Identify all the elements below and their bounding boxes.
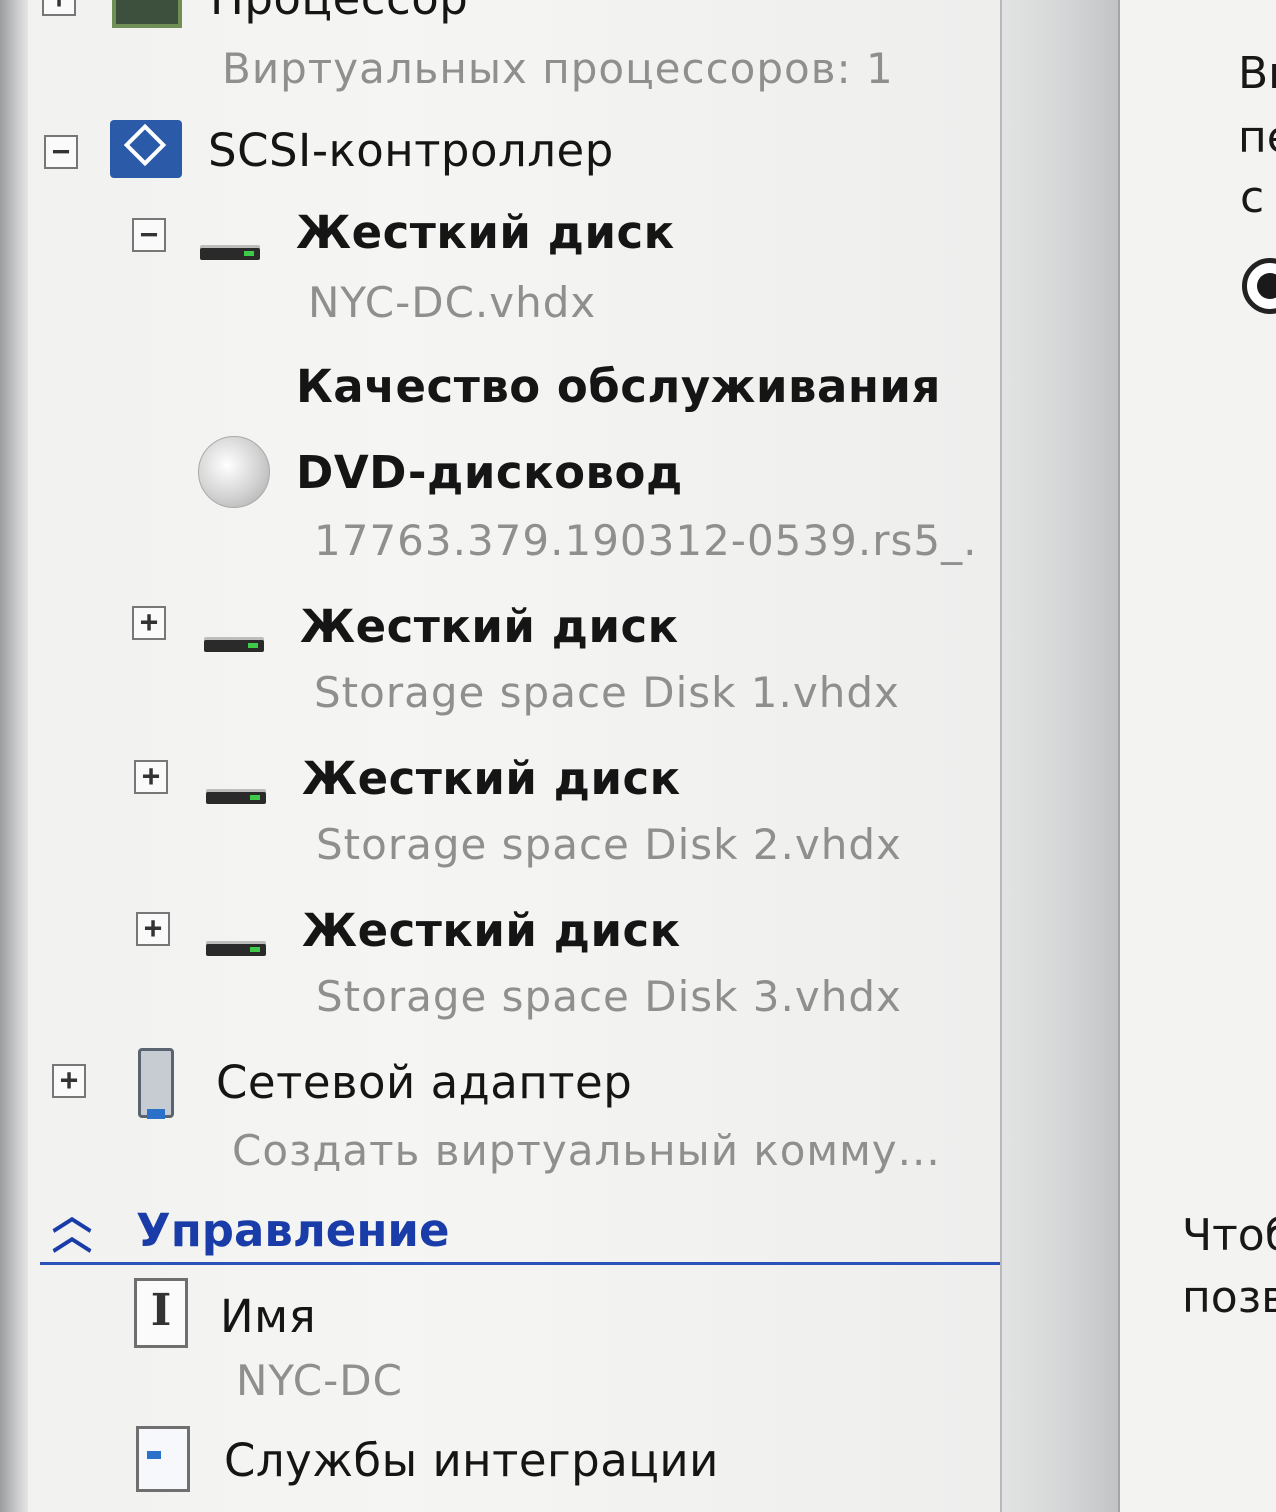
section-divider	[40, 1262, 1000, 1265]
pane-splitter[interactable]	[1000, 0, 1120, 1512]
disk1-expand-toggle[interactable]: +	[132, 606, 166, 640]
network-adapter-icon	[138, 1048, 174, 1119]
disk3-file: Storage space Disk 3.vhdx	[316, 972, 902, 1021]
processor-expander[interactable]: +	[42, 0, 76, 16]
disk3-expand-toggle[interactable]: +	[136, 912, 170, 946]
scsi-controller-icon	[110, 120, 182, 178]
double-chevron-up-icon[interactable]: ︿ ︿	[52, 1196, 92, 1256]
details-text-line: пе	[1238, 112, 1276, 163]
name-value: NYC-DC	[236, 1356, 403, 1405]
network-adapter-detail: Создать виртуальный комму...	[232, 1126, 941, 1175]
disk2-label[interactable]: Жесткий диск	[302, 752, 681, 805]
management-section-header[interactable]: Управление	[136, 1204, 449, 1257]
dvd-label[interactable]: DVD-дисковод	[296, 446, 683, 499]
dvd-disc-icon	[198, 436, 270, 508]
hard-disk-icon	[200, 248, 260, 260]
processor-icon	[112, 0, 182, 28]
disk1-file: Storage space Disk 1.vhdx	[314, 668, 900, 717]
processor-label[interactable]: Процессор	[210, 0, 468, 25]
scsi-collapse-toggle[interactable]: −	[44, 135, 78, 169]
disk2-expand-toggle[interactable]: +	[134, 760, 168, 794]
disk1-label[interactable]: Жесткий диск	[300, 600, 679, 653]
processor-detail: Виртуальных процессоров: 1	[222, 44, 894, 93]
disk2-file: Storage space Disk 2.vhdx	[316, 820, 902, 869]
details-text-line: Чтоб	[1182, 1210, 1276, 1261]
details-pane: Вь пе с Чтоб позв	[1118, 0, 1276, 1512]
disk0-qos-label[interactable]: Качество обслуживания	[296, 360, 941, 413]
disk0-file: NYC-DC.vhdx	[308, 278, 597, 327]
dvd-file: 17763.379.190312-0539.rs5_.	[314, 516, 978, 565]
details-text-line: позв	[1182, 1272, 1276, 1323]
disk0-label[interactable]: Жесткий диск	[296, 206, 675, 259]
name-field-icon: I	[134, 1278, 188, 1348]
disk3-label[interactable]: Жесткий диск	[302, 904, 681, 957]
network-adapter-label[interactable]: Сетевой адаптер	[216, 1056, 632, 1109]
hard-disk-icon	[206, 792, 266, 804]
integration-services-icon	[136, 1426, 190, 1492]
integration-services-label[interactable]: Службы интеграции	[224, 1434, 719, 1487]
hard-disk-icon	[206, 944, 266, 956]
scsi-controller-label[interactable]: SCSI-контроллер	[208, 124, 614, 177]
details-text-line: с	[1240, 172, 1265, 223]
settings-tree-pane: + Процессор Виртуальных процессоров: 1 −…	[0, 0, 1000, 1512]
pane-left-edge	[0, 0, 28, 1512]
radio-button[interactable]	[1242, 258, 1276, 314]
name-label[interactable]: Имя	[220, 1290, 316, 1343]
hard-disk-icon	[204, 640, 264, 652]
details-text-line: Вь	[1238, 48, 1276, 99]
network-expand-toggle[interactable]: +	[52, 1064, 86, 1098]
disk0-collapse-toggle[interactable]: −	[132, 218, 166, 252]
